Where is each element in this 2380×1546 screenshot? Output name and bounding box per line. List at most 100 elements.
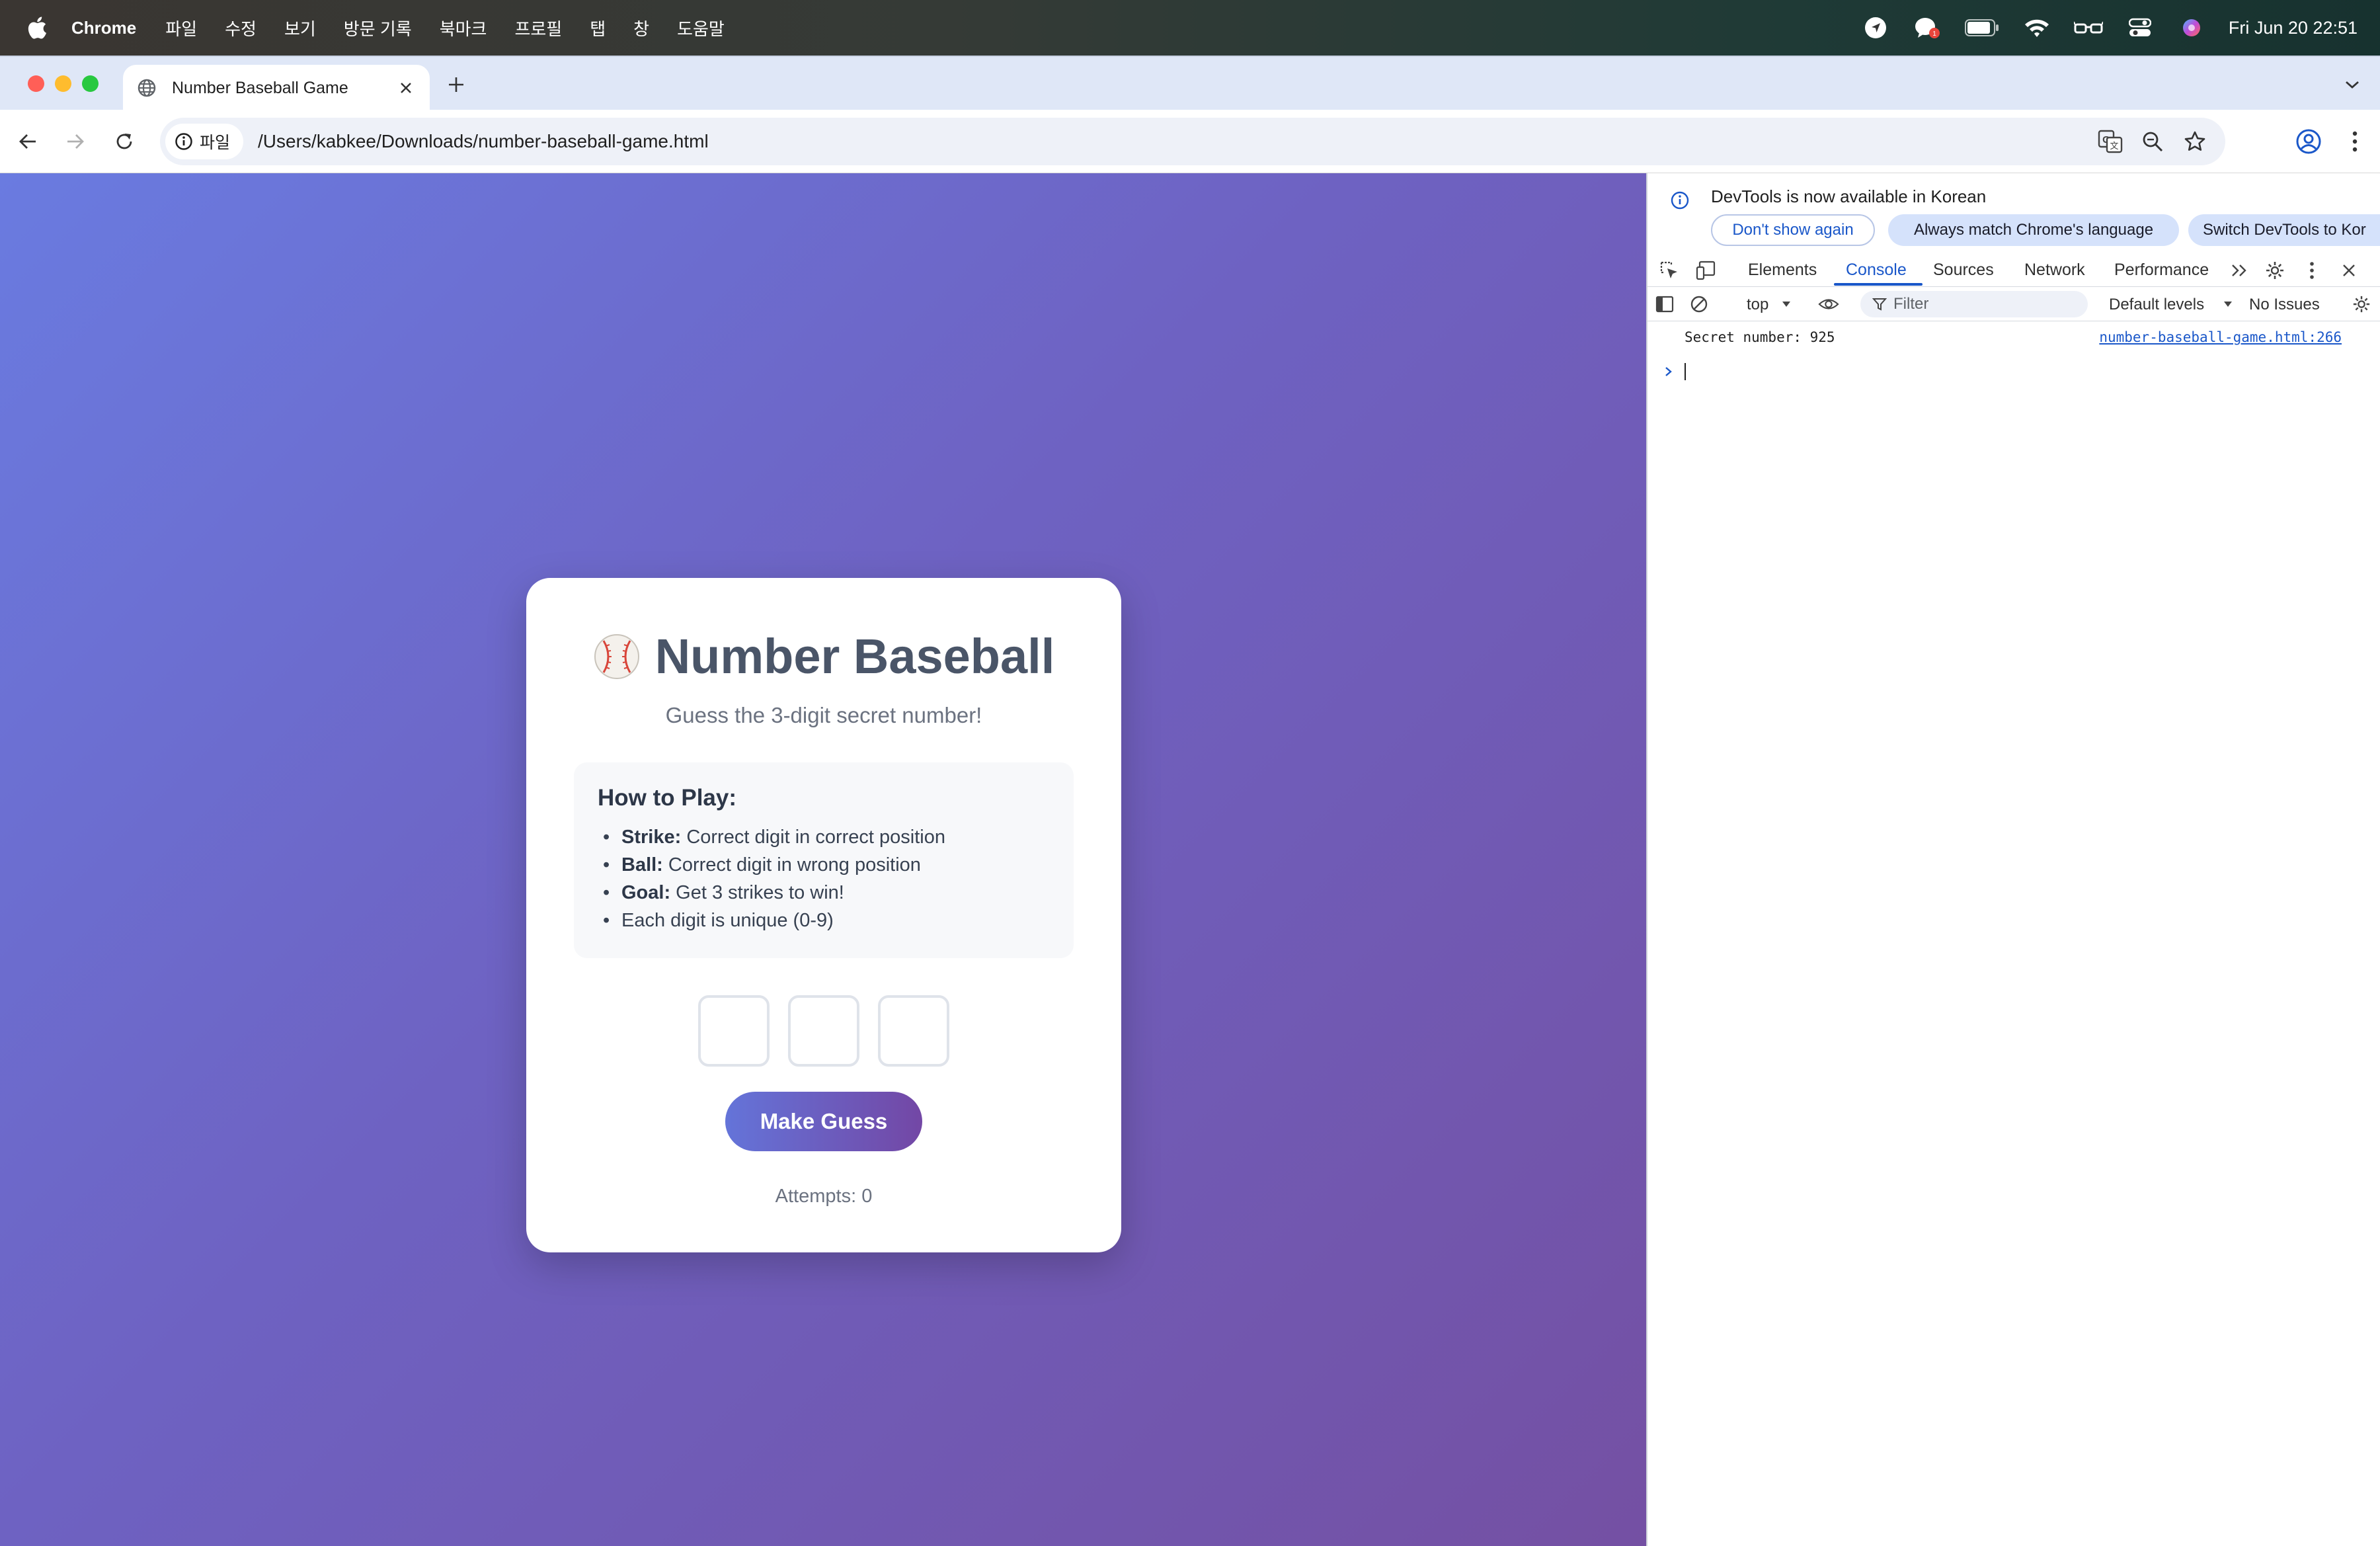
active-tab-indicator <box>1834 283 1923 286</box>
tab-search-chevron-icon[interactable] <box>2339 71 2365 98</box>
menu-profiles[interactable]: 프로필 <box>514 16 562 40</box>
svg-text:文: 文 <box>2110 142 2118 151</box>
more-tabs-chevron-icon[interactable] <box>2228 259 2250 282</box>
game-title-text: Number Baseball <box>654 629 1055 684</box>
site-info-chip[interactable]: 파일 <box>165 124 244 159</box>
context-dropdown-icon[interactable] <box>1776 294 1797 315</box>
tab-sources[interactable]: Sources <box>1933 261 1994 280</box>
devtools-panel: DevTools is now available in Korean Don'… <box>1646 173 2380 1546</box>
rule-term: Ball: <box>621 854 663 875</box>
messenger-icon[interactable]: 1 <box>1913 15 1942 41</box>
battery-icon[interactable] <box>1964 15 2000 41</box>
menu-view[interactable]: 보기 <box>284 16 316 40</box>
glasses-icon[interactable] <box>2073 15 2103 41</box>
game-subtitle: Guess the 3-digit secret number! <box>665 703 982 727</box>
tab-title: Number Baseball Game <box>172 78 348 97</box>
minimize-window-button[interactable] <box>55 75 71 92</box>
switch-devtools-language-button[interactable]: Switch DevTools to Kor <box>2188 214 2380 246</box>
text-caret <box>1685 363 1686 380</box>
info-icon <box>1671 191 1689 210</box>
make-guess-button[interactable]: Make Guess <box>725 1092 922 1151</box>
tab-performance[interactable]: Performance <box>2114 261 2209 280</box>
rule-ball: Ball: Correct digit in wrong position <box>598 851 1050 879</box>
digit-input-3[interactable] <box>878 995 949 1067</box>
device-toolbar-icon[interactable] <box>1695 259 1718 282</box>
menu-help[interactable]: 도움말 <box>677 16 725 40</box>
siri-icon[interactable] <box>2177 15 2206 41</box>
prompt-chevron-icon <box>1665 367 1672 376</box>
console-filter-bar: top Filter Default levels No Issues <box>1647 287 2380 321</box>
info-circle-icon <box>175 133 192 150</box>
address-bar[interactable]: 파일 /Users/kabkee/Downloads/number-baseba… <box>160 118 2225 165</box>
rule-text: Each digit is unique (0-9) <box>621 910 834 931</box>
menu-edit[interactable]: 수정 <box>225 16 257 40</box>
console-settings-gear-icon[interactable] <box>2351 294 2372 315</box>
filter-placeholder: Filter <box>1893 295 1929 313</box>
baseball-icon <box>593 633 641 680</box>
translate-icon[interactable]: G文 <box>2096 127 2125 156</box>
menubar-clock[interactable]: Fri Jun 20 22:51 <box>2229 18 2358 38</box>
tab-console[interactable]: Console <box>1846 261 1907 280</box>
rule-text: Correct digit in wrong position <box>662 854 921 875</box>
rules-list: Strike: Correct digit in correct positio… <box>598 823 1050 934</box>
console-log-row: Secret number: 925 number-baseball-game.… <box>1647 325 2380 354</box>
console-source-link[interactable]: number-baseball-game.html:266 <box>2099 329 2342 345</box>
browser-toolbar: 파일 /Users/kabkee/Downloads/number-baseba… <box>0 110 2380 173</box>
rule-unique-digits: Each digit is unique (0-9) <box>598 907 1050 934</box>
console-prompt[interactable] <box>1663 358 2364 385</box>
back-arrow-icon[interactable] <box>13 127 42 156</box>
menu-window[interactable]: 창 <box>633 16 649 40</box>
levels-dropdown-icon[interactable] <box>2217 294 2239 315</box>
issues-counter[interactable]: No Issues <box>2249 296 2320 314</box>
window-controls <box>28 75 109 92</box>
sidebar-toggle-icon[interactable] <box>1654 294 1675 315</box>
filter-funnel-icon <box>1872 298 1887 311</box>
url-text[interactable]: /Users/kabkee/Downloads/number-baseball-… <box>258 131 709 152</box>
tab-network[interactable]: Network <box>2024 261 2085 280</box>
digit-input-1[interactable] <box>698 995 770 1067</box>
game-card: Number Baseball Guess the 3-digit secret… <box>526 578 1121 1252</box>
profile-avatar-icon[interactable] <box>2293 126 2324 157</box>
forward-arrow-icon[interactable] <box>61 127 90 156</box>
menu-tab[interactable]: 탭 <box>590 16 606 40</box>
control-center-icon[interactable] <box>2125 15 2155 41</box>
digit-input-2[interactable] <box>788 995 859 1067</box>
menu-history[interactable]: 방문 기록 <box>344 16 412 40</box>
menu-app-name[interactable]: Chrome <box>71 18 136 38</box>
context-selector[interactable]: top <box>1747 296 1768 314</box>
new-tab-icon[interactable] <box>443 71 469 98</box>
wifi-icon[interactable] <box>2022 15 2051 41</box>
page-viewport: Number Baseball Guess the 3-digit secret… <box>0 173 1646 1546</box>
banner-message: DevTools is now available in Korean <box>1711 186 1987 206</box>
menu-bookmarks[interactable]: 북마크 <box>440 16 487 40</box>
tab-elements[interactable]: Elements <box>1748 261 1817 280</box>
rule-goal: Goal: Get 3 strikes to win! <box>598 879 1050 907</box>
console-filter-input[interactable]: Filter <box>1860 291 2088 317</box>
close-window-button[interactable] <box>28 75 44 92</box>
bookmark-star-icon[interactable] <box>2180 127 2209 156</box>
inspect-element-icon[interactable] <box>1658 259 1681 282</box>
log-levels-dropdown[interactable]: Default levels <box>2109 296 2204 314</box>
browser-window: Number Baseball Game 파일 /Users/kabkee/Do… <box>0 56 2380 1546</box>
devtools-language-banner: DevTools is now available in Korean Don'… <box>1647 173 2380 251</box>
devtools-settings-gear-icon[interactable] <box>2264 259 2286 282</box>
reload-icon[interactable] <box>110 127 139 156</box>
tab-strip: Number Baseball Game <box>0 56 2380 111</box>
rule-term: Goal: <box>621 882 671 903</box>
site-chip-label: 파일 <box>200 134 231 152</box>
devtools-kebab-menu-icon[interactable] <box>2301 259 2323 282</box>
zoom-window-button[interactable] <box>82 75 99 92</box>
location-icon[interactable] <box>1861 15 1890 41</box>
apple-menu-icon[interactable] <box>26 15 48 41</box>
tab-number-baseball[interactable]: Number Baseball Game <box>123 65 430 111</box>
dont-show-again-button[interactable]: Don't show again <box>1711 214 1875 246</box>
close-tab-icon[interactable] <box>395 77 416 99</box>
always-match-language-button[interactable]: Always match Chrome's language <box>1888 214 2179 246</box>
clear-console-icon[interactable] <box>1688 294 1710 315</box>
chrome-menu-kebab-icon[interactable] <box>2339 126 2371 157</box>
how-to-play-heading: How to Play: <box>598 785 737 811</box>
menu-file[interactable]: 파일 <box>165 16 197 40</box>
close-devtools-icon[interactable] <box>2338 259 2360 282</box>
live-expression-eye-icon[interactable] <box>1818 294 1839 315</box>
zoom-magnifier-icon[interactable] <box>2138 127 2167 156</box>
